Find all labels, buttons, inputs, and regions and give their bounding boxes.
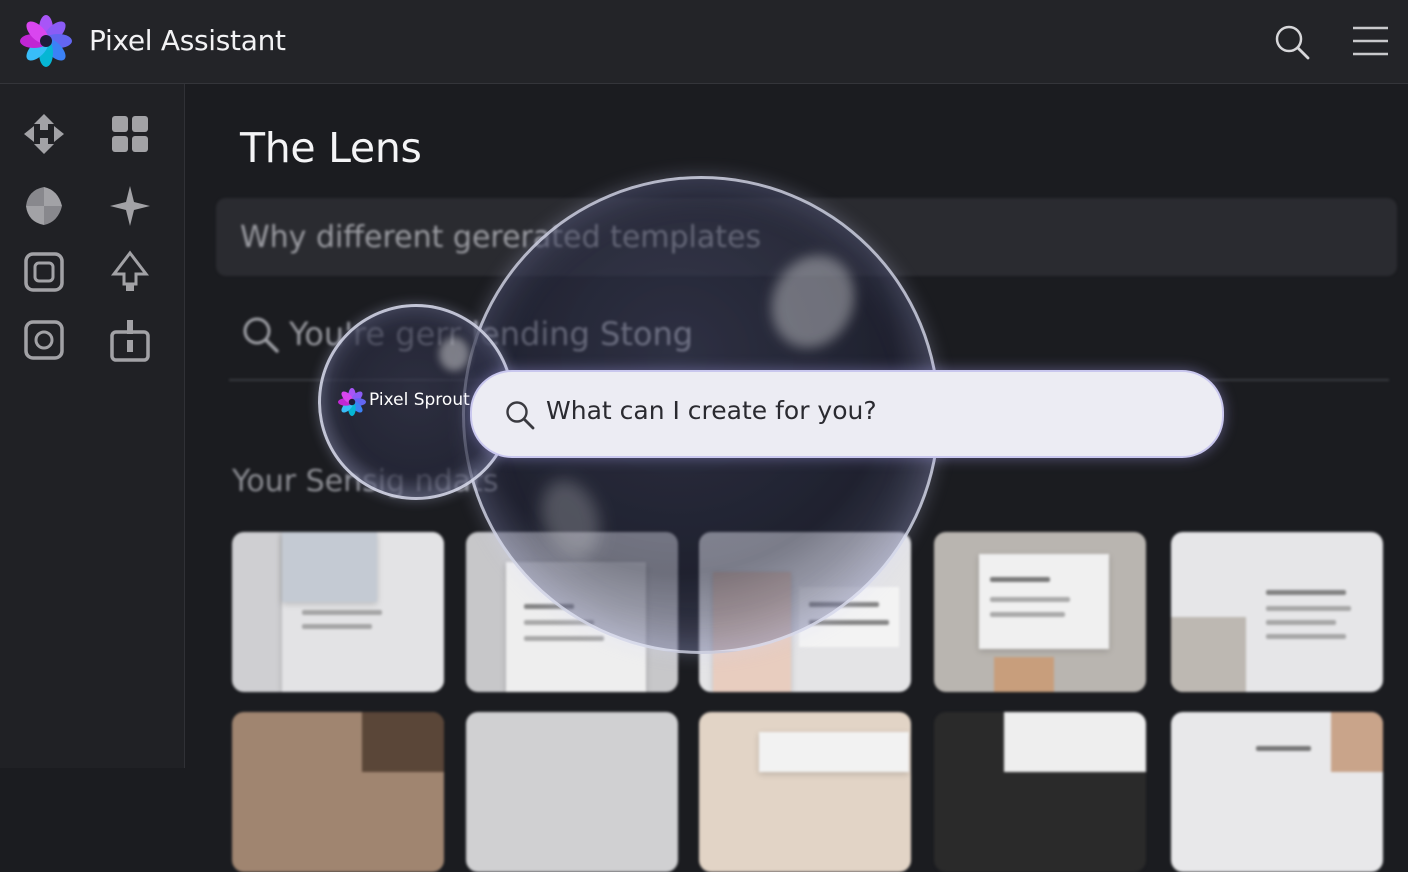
template-card[interactable] xyxy=(232,532,444,692)
template-card[interactable] xyxy=(232,712,444,872)
prompt-placeholder: What can I create for you? xyxy=(546,396,877,425)
download-box-icon[interactable] xyxy=(108,318,152,362)
template-card[interactable] xyxy=(1171,712,1383,872)
template-card[interactable] xyxy=(1171,532,1383,692)
pixel-sprout-badge-label[interactable]: Pixel Sprout xyxy=(369,390,470,410)
camera-frame-icon[interactable] xyxy=(22,318,66,362)
pinwheel-icon[interactable] xyxy=(22,184,66,228)
star-cross-icon[interactable] xyxy=(108,184,152,228)
hamburger-menu-icon[interactable] xyxy=(1350,22,1390,62)
diamond-arrows-icon[interactable] xyxy=(22,112,66,156)
search-icon[interactable] xyxy=(1272,22,1312,62)
template-card[interactable] xyxy=(466,712,678,872)
grid-icon[interactable] xyxy=(108,112,152,156)
prompt-input[interactable]: What can I create for you? xyxy=(470,370,1224,458)
template-card[interactable] xyxy=(934,532,1146,692)
top-bar: Pixel Assistant xyxy=(0,0,1408,84)
square-frame-icon[interactable] xyxy=(22,250,66,294)
app-title: Pixel Assistant xyxy=(89,24,286,57)
template-card[interactable] xyxy=(934,712,1146,872)
upload-house-icon[interactable] xyxy=(108,250,152,294)
search-icon xyxy=(243,317,279,353)
flower-logo-icon xyxy=(338,388,366,416)
sidebar xyxy=(0,84,185,768)
template-card[interactable] xyxy=(699,712,911,872)
search-icon xyxy=(506,401,535,430)
flower-logo-icon[interactable] xyxy=(20,15,72,67)
